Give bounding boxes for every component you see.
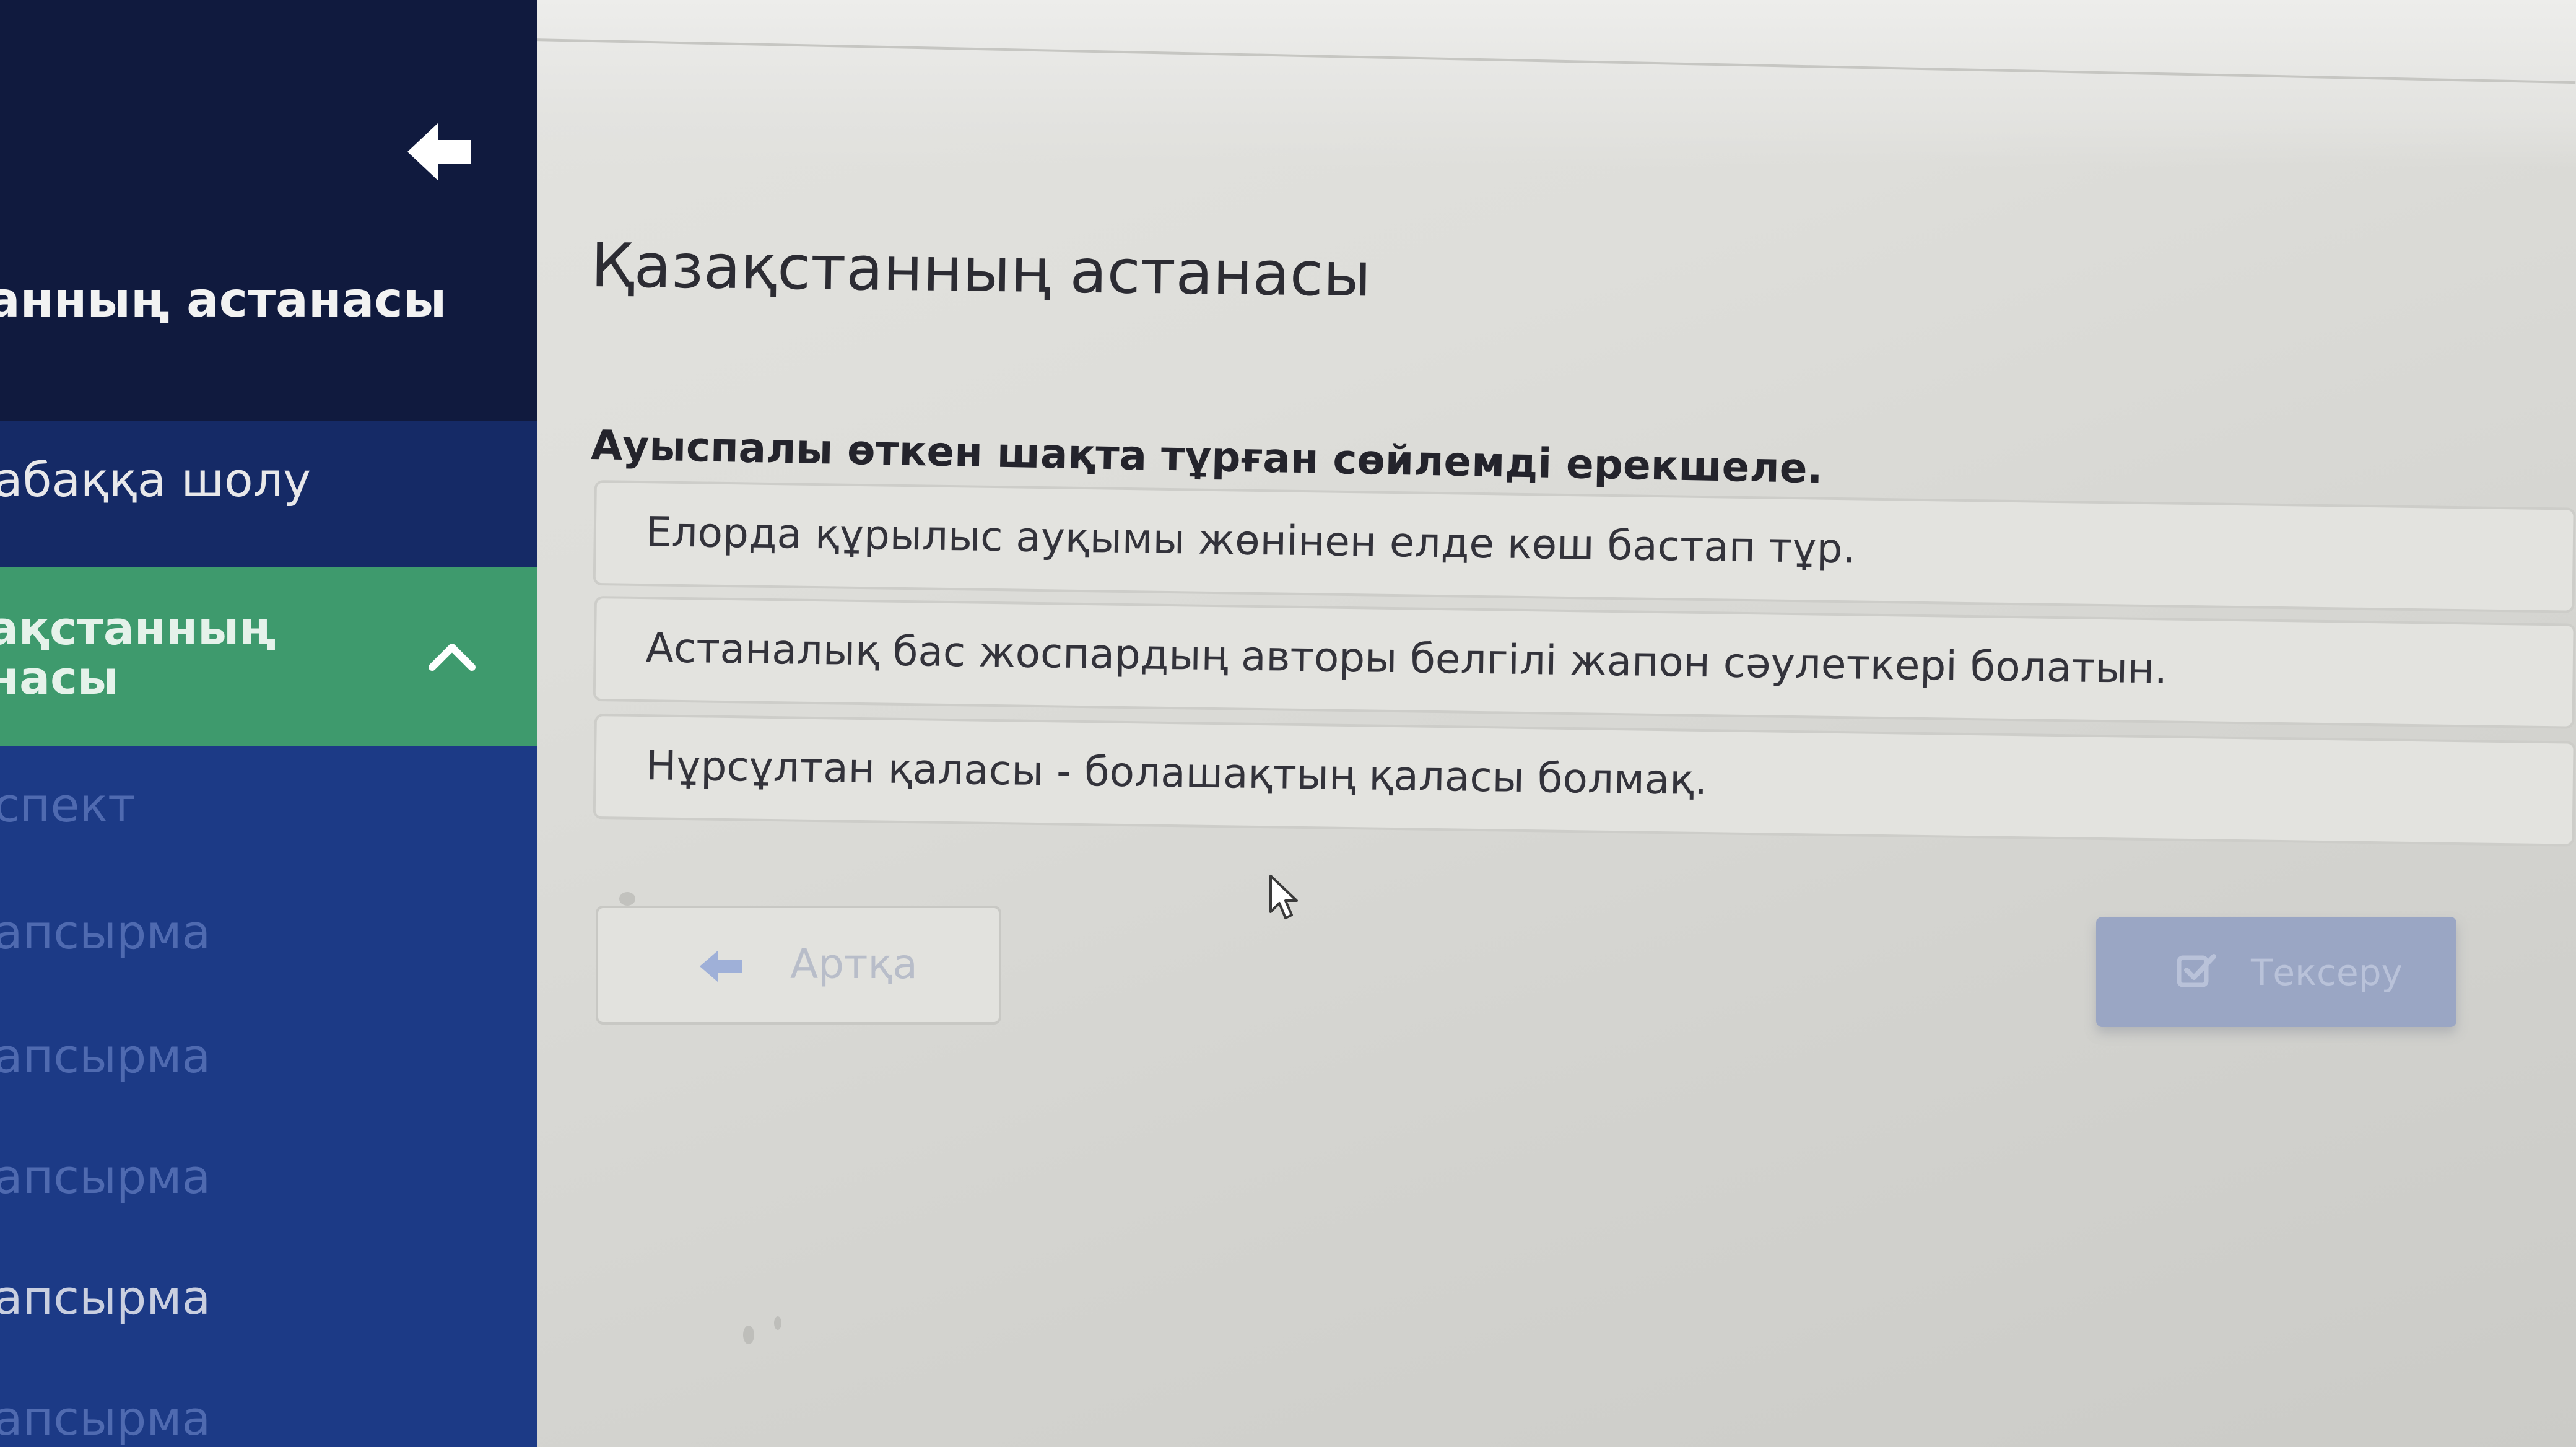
- answer-option-text: Нұрсұлтан қаласы - болашақтың қаласы бол…: [645, 741, 1708, 805]
- sidebar-course-title: анның астанасы: [0, 273, 447, 328]
- mouse-pointer-icon: [1269, 875, 1298, 919]
- answer-option-2[interactable]: Астаналық бас жоспардың авторы белгілі ж…: [593, 596, 2576, 729]
- check-square-icon: [2177, 954, 2216, 987]
- sidebar-header: [0, 0, 537, 421]
- answer-option-text: Астаналық бас жоспардың авторы белгілі ж…: [645, 624, 2168, 693]
- sidebar-item-task-3[interactable]: апсырма: [0, 1149, 211, 1204]
- top-glare: [533, 0, 2576, 167]
- screen: анның астанасы абаққа шолу ақстанның нас…: [0, 0, 2576, 1447]
- back-button-label: Артқа: [790, 940, 918, 988]
- answer-option-text: Елорда құрылыс ауқымы жөнінен елде көш б…: [645, 508, 1856, 573]
- sidebar-back-icon[interactable]: [402, 118, 477, 186]
- back-button[interactable]: Артқа: [596, 906, 1001, 1025]
- check-button[interactable]: Тексеру: [2096, 917, 2456, 1027]
- check-button-label: Тексеру: [2251, 951, 2403, 994]
- sidebar-active-topic-label: ақстанның насы: [0, 602, 276, 705]
- arrow-left-icon: [700, 950, 742, 982]
- sidebar-item-overview[interactable]: абаққа шолу: [0, 452, 311, 507]
- sidebar-item-task-5[interactable]: апсырма: [0, 1391, 211, 1446]
- sidebar-item-konspekt[interactable]: спект: [0, 777, 135, 833]
- sidebar-item-task-1[interactable]: апсырма: [0, 904, 211, 960]
- sidebar-item-active-topic[interactable]: ақстанның насы: [0, 567, 537, 746]
- sidebar: анның астанасы абаққа шолу ақстанның нас…: [0, 0, 537, 1447]
- chevron-up-icon[interactable]: [427, 641, 477, 672]
- question-prompt: Ауыспалы өткен шақта тұрған сөйлемді ере…: [590, 421, 1824, 493]
- screen-smudge: [774, 1316, 781, 1330]
- sidebar-item-task-4[interactable]: апсырма: [0, 1270, 211, 1325]
- sidebar-item-task-2[interactable]: апсырма: [0, 1028, 211, 1083]
- screen-smudge: [619, 892, 635, 906]
- page-title: Қазақстанның астанасы: [590, 230, 1372, 311]
- answer-option-1[interactable]: Елорда құрылыс ауқымы жөнінен елде көш б…: [593, 480, 2576, 613]
- screen-smudge: [743, 1326, 754, 1344]
- answer-option-3[interactable]: Нұрсұлтан қаласы - болашақтың қаласы бол…: [593, 714, 2576, 847]
